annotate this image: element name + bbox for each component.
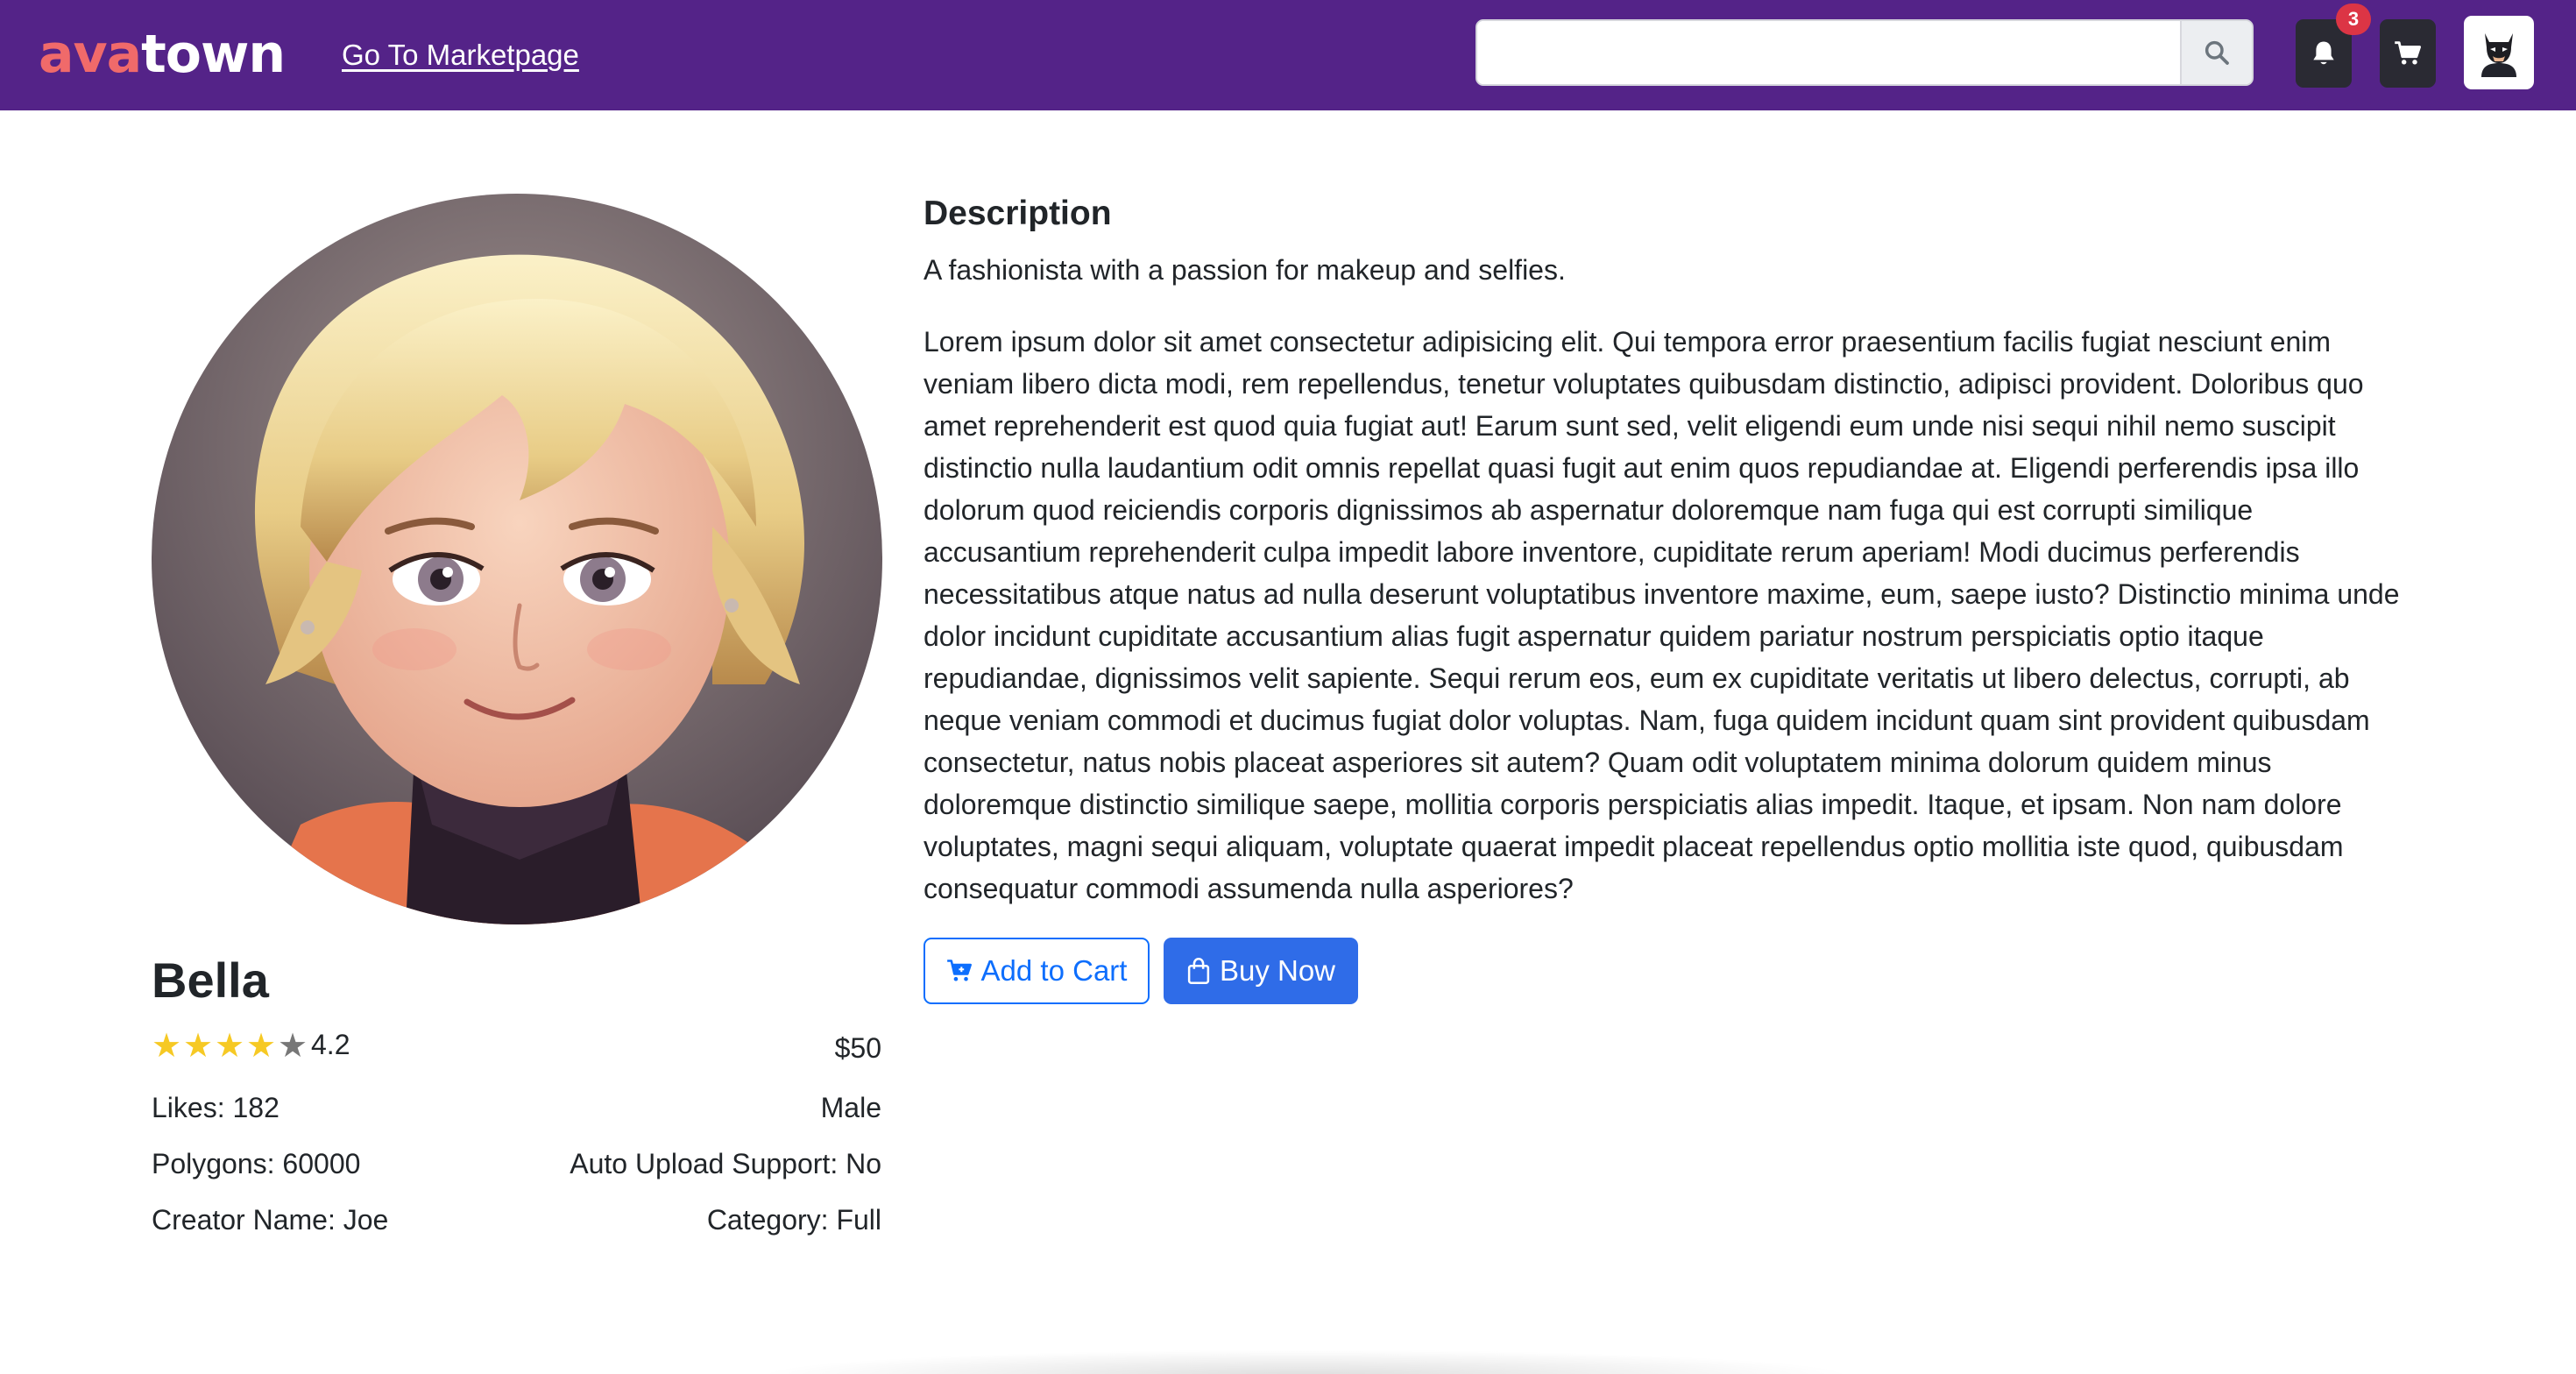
add-to-cart-label: Add to Cart — [980, 954, 1128, 987]
logo-text-ava: ava — [39, 24, 142, 85]
description-heading: Description — [924, 195, 1112, 232]
avatar-product-image — [152, 194, 882, 924]
rating-value: 4.2 — [311, 1028, 350, 1060]
polygons-count: Polygons: 60000 — [152, 1148, 361, 1179]
cart-button[interactable] — [2380, 19, 2436, 88]
category: Category: Full — [706, 1204, 881, 1236]
price: $50 — [834, 1032, 881, 1064]
top-navbar: ava town Go To Marketpage 3 — [0, 0, 2576, 110]
batman-avatar-icon — [2481, 33, 2516, 77]
cart-plus-icon — [946, 960, 972, 981]
description-body: Lorem ipsum dolor sit amet consectetur a… — [924, 326, 2400, 904]
description-tagline: A fashionista with a passion for makeup … — [924, 254, 1566, 286]
buy-now-button[interactable]: Buy Now — [1164, 938, 1358, 1004]
rating-stars: ★ ★ ★ ★ ★ 4.2 — [152, 1027, 350, 1066]
search-icon — [2204, 40, 2229, 65]
search-input[interactable] — [1477, 21, 2180, 84]
avatown-logo[interactable]: ava town — [39, 19, 286, 89]
search-button[interactable] — [2180, 21, 2252, 84]
likes-count: Likes: 182 — [152, 1092, 280, 1123]
avatar-name: Bella — [152, 953, 269, 1008]
buy-now-label: Buy Now — [1219, 954, 1336, 987]
user-avatar-button[interactable] — [2464, 16, 2534, 89]
creator-name: Creator Name: Joe — [152, 1204, 389, 1236]
search-bar — [1476, 19, 2254, 86]
star-filled-icon: ★ — [152, 1028, 182, 1065]
notification-count-badge: 3 — [2336, 4, 2371, 35]
star-filled-icon: ★ — [246, 1028, 277, 1065]
footer-shadow — [754, 1349, 1858, 1374]
auto-upload-support: Auto Upload Support: No — [570, 1148, 881, 1179]
star-filled-icon: ★ — [183, 1028, 214, 1065]
add-to-cart-button[interactable]: Add to Cart — [924, 938, 1150, 1004]
bell-icon — [2313, 41, 2334, 65]
logo-text-town: town — [141, 24, 286, 85]
gender: Male — [820, 1092, 881, 1123]
cart-icon — [2395, 41, 2422, 65]
star-empty-icon: ★ — [278, 1028, 308, 1065]
go-to-marketplace-link[interactable]: Go To Marketpage — [342, 39, 579, 72]
shopping-bag-icon — [1187, 958, 1210, 984]
star-filled-icon: ★ — [215, 1028, 245, 1065]
